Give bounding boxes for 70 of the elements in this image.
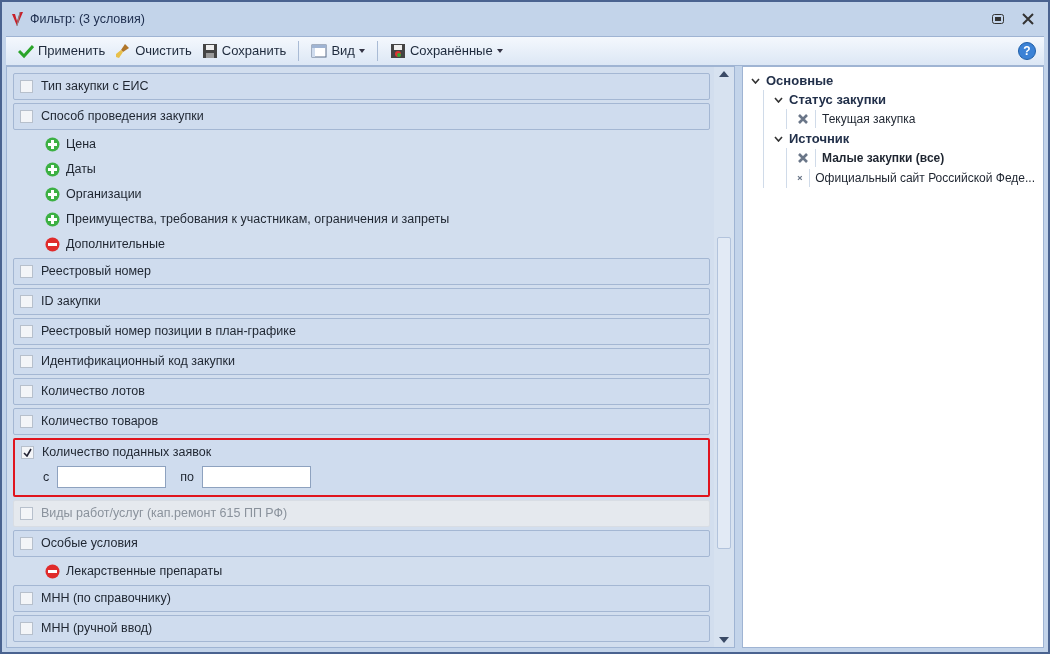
remove-icon[interactable] <box>797 152 809 164</box>
tree-item-label: Малые закупки (все) <box>822 150 945 167</box>
group-label[interactable]: Организации <box>66 184 142 204</box>
apply-button[interactable]: Применить <box>14 39 110 63</box>
checkbox[interactable] <box>20 415 33 428</box>
group-label[interactable]: Лекарственные препараты <box>66 561 223 581</box>
save-button[interactable]: Сохранить <box>197 39 291 63</box>
expand-icon[interactable] <box>45 211 60 227</box>
scroll-down-icon[interactable] <box>719 637 729 643</box>
tree-item-label: Официальный сайт Российской Феде... <box>815 170 1035 187</box>
restore-icon <box>992 14 1004 24</box>
tree-group-label: Источник <box>789 129 850 148</box>
group-label[interactable]: Цена <box>66 134 97 154</box>
group-label[interactable]: Дополнительные <box>66 234 165 254</box>
filter-label: Идентификационный код закупки <box>41 353 235 371</box>
clear-button[interactable]: Очистить <box>111 39 196 63</box>
collapse-icon[interactable] <box>45 236 60 252</box>
tree-group-label: Основные <box>766 71 834 90</box>
checkmark-icon <box>18 43 34 59</box>
scrollbar-thumb[interactable] <box>717 237 731 549</box>
filter-label: Способ проведения закупки <box>41 108 204 126</box>
checkbox[interactable] <box>20 385 33 398</box>
help-button[interactable]: ? <box>1018 42 1036 60</box>
close-icon <box>1022 13 1034 25</box>
tree-item-label: Текущая закупка <box>822 111 916 128</box>
checkbox[interactable] <box>20 265 33 278</box>
filter-label: МНН (ручной ввод) <box>41 620 153 638</box>
filter-label: МНН (по справочнику) <box>41 590 171 608</box>
expand-icon[interactable] <box>45 186 60 202</box>
caret-icon <box>496 49 503 53</box>
expand-icon[interactable] <box>45 136 60 152</box>
checkbox[interactable] <box>20 537 33 550</box>
checkbox[interactable] <box>20 622 33 635</box>
checkbox[interactable] <box>20 110 33 123</box>
pen-logo-icon <box>10 11 24 27</box>
collapse-icon[interactable] <box>45 563 60 579</box>
filter-label: Тип закупки с ЕИС <box>41 78 149 96</box>
window-icon <box>311 43 328 59</box>
saved-button[interactable]: Сохранённые <box>385 39 507 63</box>
filter-label: Виды работ/услуг (кап.ремонт 615 ПП РФ) <box>41 505 288 523</box>
checkbox[interactable] <box>20 295 33 308</box>
checkbox[interactable] <box>20 325 33 338</box>
checkbox[interactable] <box>21 446 34 459</box>
filter-label: Реестровый номер позиции в план-графике <box>41 323 296 341</box>
caret-icon <box>358 49 365 53</box>
tree-group-label: Статус закупки <box>789 90 887 109</box>
to-input[interactable] <box>202 466 311 488</box>
from-label: с <box>43 468 50 486</box>
remove-icon[interactable] <box>797 113 809 125</box>
filter-label: Особые условия <box>41 535 138 553</box>
filter-label: ID закупки <box>41 293 101 311</box>
view-button[interactable]: Вид <box>307 39 369 63</box>
chevron-down-icon[interactable] <box>751 77 760 84</box>
scroll-up-icon[interactable] <box>719 71 729 77</box>
group-label[interactable]: Даты <box>66 159 96 179</box>
to-label: по <box>180 468 194 486</box>
filter-label: Количество лотов <box>41 383 145 401</box>
checkbox[interactable] <box>20 592 33 605</box>
filter-label: Количество поданных заявок <box>42 444 212 462</box>
expand-icon[interactable] <box>45 161 60 177</box>
filter-label: Количество товаров <box>41 413 159 431</box>
chevron-down-icon[interactable] <box>774 135 783 142</box>
window-title: Фильтр: (3 условия) <box>30 10 145 28</box>
group-label[interactable]: Преимущества, требования к участникам, ограничения и запреты <box>66 209 450 229</box>
from-input[interactable] <box>57 466 167 488</box>
checkbox[interactable] <box>20 80 33 93</box>
broom-icon <box>115 43 132 59</box>
chevron-down-icon[interactable] <box>774 96 783 103</box>
filter-label: Реестровый номер <box>41 263 151 281</box>
checkbox[interactable] <box>20 355 33 368</box>
